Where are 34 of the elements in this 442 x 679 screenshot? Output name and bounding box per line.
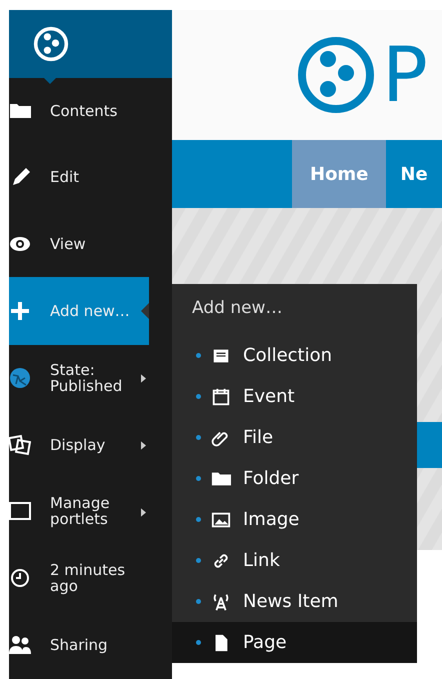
- toolbar-item[interactable]: Manage portlets: [9, 478, 149, 546]
- toolbar-item[interactable]: Edit: [9, 144, 149, 212]
- clock-icon: [9, 567, 31, 590]
- caret-icon: [141, 508, 146, 517]
- menu-item[interactable]: File: [172, 417, 417, 458]
- logo-icon[interactable]: [33, 26, 69, 62]
- plus-icon: [9, 300, 31, 322]
- menu-item[interactable]: Folder: [172, 458, 417, 499]
- toolbar-item[interactable]: Display: [9, 410, 149, 479]
- toolbar-item[interactable]: Contents: [9, 76, 149, 145]
- caret-icon: [141, 440, 146, 450]
- menu-item[interactable]: Collection: [172, 335, 417, 376]
- site-logo-text[interactable]: P: [382, 37, 428, 113]
- people-icon: [9, 634, 31, 656]
- squares-icon: [9, 434, 31, 456]
- toolbar-item[interactable]: Sharing: [9, 611, 149, 679]
- caret-icon: [141, 374, 146, 383]
- globe-icon: [9, 366, 31, 389]
- site-logo-icon[interactable]: [296, 35, 376, 115]
- menu-item[interactable]: News Item: [172, 581, 417, 622]
- image-icon: [211, 510, 231, 530]
- toolbar-item[interactable]: State: Published: [9, 344, 149, 412]
- toolbar-item[interactable]: Add new…: [9, 277, 149, 345]
- menu-item[interactable]: Event: [172, 376, 417, 417]
- menu-item[interactable]: Page: [172, 622, 417, 663]
- antenna-icon: [211, 592, 231, 612]
- menu-title: Add new…: [191, 298, 284, 320]
- pointer-notch: [141, 303, 149, 320]
- toolbar-item[interactable]: 2 minutes ago: [9, 544, 149, 612]
- toolbar-item[interactable]: View: [9, 210, 149, 278]
- frame-icon: [9, 500, 31, 522]
- menu-item[interactable]: Link: [172, 540, 417, 581]
- menu-item[interactable]: Image: [172, 499, 417, 540]
- calendar-icon: [211, 386, 231, 406]
